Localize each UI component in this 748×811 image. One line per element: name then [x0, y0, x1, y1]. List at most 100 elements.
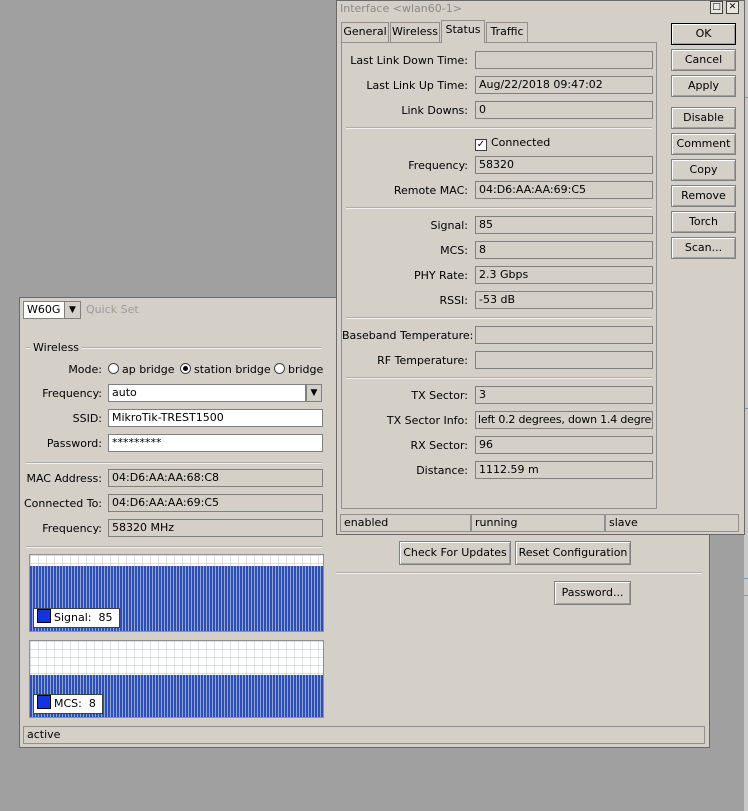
phy-rate-field: 2.3 Gbps	[475, 266, 653, 284]
signal-field: 85	[475, 216, 653, 234]
mode-radio-station-bridge[interactable]: station bridge	[180, 363, 271, 377]
separator	[346, 127, 652, 129]
tx-sector-info-field: left 0.2 degrees, down 1.4 degrees	[475, 411, 653, 429]
status-running: running	[471, 514, 605, 532]
rf-temperature-field	[475, 351, 653, 369]
separator	[346, 317, 652, 319]
interface-window: Interface <wlan60-1> □ ✕ General Wireles…	[336, 0, 745, 535]
mcs-field: 8	[475, 241, 653, 259]
frequency-readout-field: 58320 MHz	[108, 519, 323, 537]
comment-button[interactable]: Comment	[671, 133, 736, 155]
tx-sector-field: 3	[475, 386, 653, 404]
frequency-label: Frequency:	[408, 159, 468, 172]
quickset-title: Quick Set	[86, 303, 139, 316]
reset-configuration-button[interactable]: Reset Configuration	[515, 541, 631, 565]
last-link-up-label: Last Link Up Time:	[366, 79, 468, 92]
remote-mac-field: 04:D6:AA:AA:69:C5	[475, 181, 653, 199]
connected-to-field: 04:D6:AA:AA:69:C5	[108, 494, 323, 512]
disable-button[interactable]: Disable	[671, 107, 736, 129]
mode-radio-ap-bridge[interactable]: ap bridge	[108, 363, 175, 377]
last-link-up-field: Aug/22/2018 09:47:02	[475, 76, 653, 94]
mcs-graph: MCS: 8	[29, 640, 324, 718]
signal-label: Signal:	[430, 219, 469, 232]
password-label: Password:	[46, 437, 102, 450]
separator	[346, 207, 652, 209]
separator	[26, 546, 322, 548]
copy-button[interactable]: Copy	[671, 159, 736, 181]
link-downs-field: 0	[475, 101, 653, 119]
tab-traffic[interactable]: Traffic	[486, 22, 528, 42]
tab-general[interactable]: General	[341, 22, 389, 42]
interface-title: Interface <wlan60-1>	[340, 2, 462, 15]
frequency-select[interactable]: auto	[108, 384, 306, 402]
wireless-group-title: Wireless	[30, 341, 83, 354]
password-button[interactable]: Password...	[554, 581, 631, 605]
mcs-label: MCS:	[440, 244, 468, 257]
password-input[interactable]: *********	[108, 434, 323, 452]
remote-mac-label: Remote MAC:	[393, 184, 468, 197]
mode-option-label: station bridge	[194, 363, 271, 376]
connected-checkbox: ✓ Connected	[475, 136, 550, 151]
mode-option-label: bridge	[288, 363, 324, 376]
quickset-status-bar: active	[23, 726, 705, 744]
interface-titlebar: Interface <wlan60-1> □ ✕	[337, 1, 744, 17]
separator	[346, 377, 652, 379]
signal-legend: Signal: 85	[33, 608, 120, 628]
rssi-field: -53 dB	[475, 291, 653, 309]
scan-button[interactable]: Scan...	[671, 237, 736, 259]
signal-graph: Signal: 85	[29, 554, 324, 632]
cancel-button[interactable]: Cancel	[671, 49, 736, 71]
signal-legend-label: Signal:	[54, 611, 92, 624]
phy-rate-label: PHY Rate:	[413, 269, 468, 282]
separator	[336, 572, 702, 574]
mac-address-field: 04:D6:AA:AA:68:C8	[108, 469, 323, 487]
chevron-down-icon[interactable]: ▼	[64, 302, 80, 318]
checkmark-icon: ✓	[475, 139, 487, 151]
rx-sector-label: RX Sector:	[410, 439, 468, 452]
frequency-field: 58320	[475, 156, 653, 174]
mode-radio-bridge[interactable]: bridge	[274, 363, 323, 377]
chevron-down-icon[interactable]: ▼	[306, 384, 322, 402]
rssi-label: RSSI:	[439, 294, 468, 307]
separator	[26, 462, 322, 464]
status-slave: slave	[605, 514, 739, 532]
ssid-label: SSID:	[72, 412, 102, 425]
frequency-readout-label: Frequency:	[42, 522, 102, 535]
quickset-mode-value: W60G	[27, 303, 61, 316]
ssid-input[interactable]: MikroTik-TREST1500	[108, 409, 323, 427]
mcs-legend-value: 8	[88, 697, 96, 710]
mac-address-label: MAC Address:	[26, 472, 102, 485]
status-panel: Last Link Down Time: Last Link Up Time: …	[341, 42, 657, 509]
baseband-temperature-field	[475, 326, 653, 344]
connected-to-label: Connected To:	[23, 497, 102, 510]
mode-label: Mode:	[68, 363, 102, 376]
mcs-legend: MCS: 8	[33, 694, 103, 714]
radio-icon	[108, 363, 119, 374]
baseband-temperature-label: Baseband Temperature:	[342, 329, 474, 342]
maximize-icon[interactable]: □	[710, 1, 723, 14]
rf-temperature-label: RF Temperature:	[377, 354, 468, 367]
frequency-label: Frequency:	[42, 387, 102, 400]
torch-button[interactable]: Torch	[671, 211, 736, 233]
close-icon[interactable]: ✕	[726, 1, 739, 14]
apply-button[interactable]: Apply	[671, 75, 736, 97]
mcs-legend-label: MCS:	[54, 697, 82, 710]
distance-label: Distance:	[416, 464, 468, 477]
connected-label: Connected	[491, 136, 551, 149]
remove-button[interactable]: Remove	[671, 185, 736, 207]
tx-sector-label: TX Sector:	[411, 389, 468, 402]
quickset-mode-select[interactable]: W60G ▼	[23, 301, 81, 319]
tab-status[interactable]: Status	[441, 20, 485, 43]
legend-swatch	[37, 695, 51, 709]
tab-wireless[interactable]: Wireless	[390, 22, 440, 42]
tx-sector-info-label: TX Sector Info:	[386, 414, 468, 427]
mode-option-label: ap bridge	[122, 363, 175, 376]
last-link-down-field	[475, 51, 653, 69]
radio-icon	[274, 363, 285, 374]
radio-selected-icon	[180, 363, 191, 374]
check-for-updates-button[interactable]: Check For Updates	[399, 541, 511, 565]
rx-sector-field: 96	[475, 436, 653, 454]
link-downs-label: Link Downs:	[401, 104, 468, 117]
status-enabled: enabled	[340, 514, 471, 532]
ok-button[interactable]: OK	[671, 23, 736, 45]
